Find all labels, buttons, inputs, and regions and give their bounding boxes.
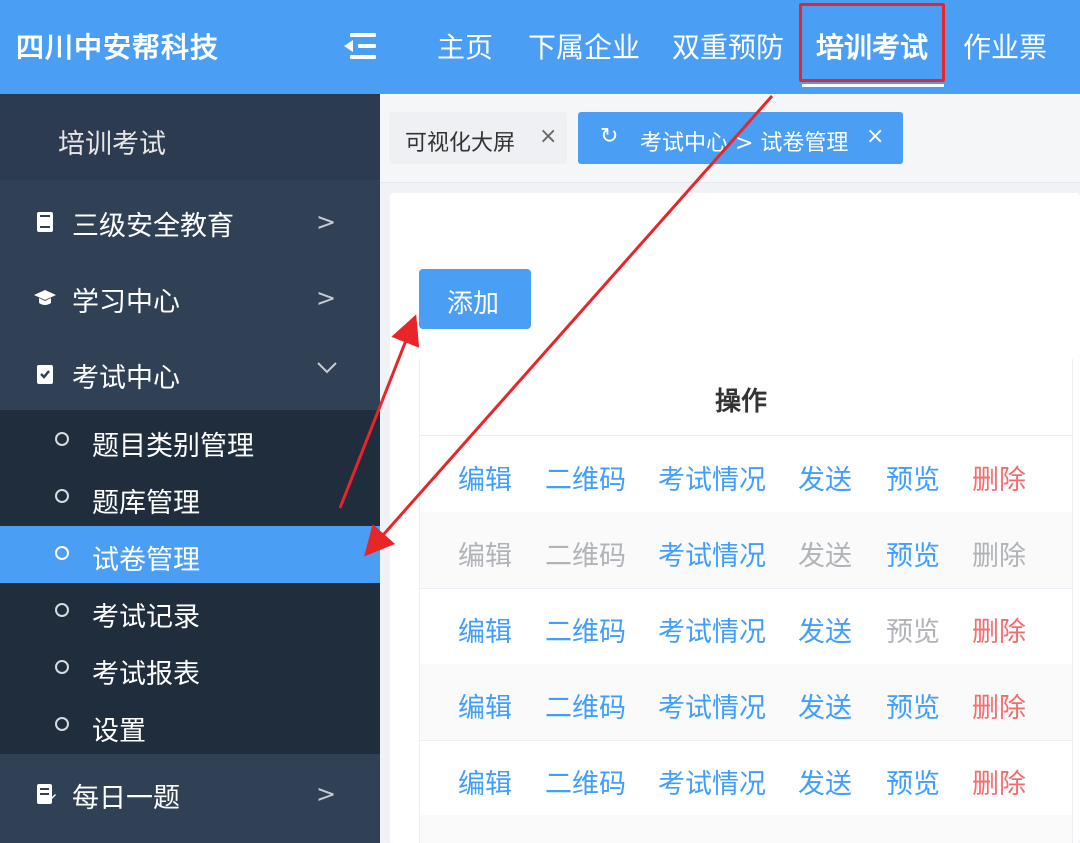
nav-item-work-permit[interactable]: 作业票: [963, 26, 1047, 66]
send-link: 发送: [798, 541, 852, 572]
sidebar-item-label: 学习中心: [72, 287, 180, 318]
tag-paper-management[interactable]: ↻ 考试中心 > 试卷管理 ×: [578, 112, 903, 164]
sidebar-item-learning-center[interactable]: 学习中心 >: [0, 260, 380, 336]
send-link[interactable]: 发送: [798, 458, 852, 497]
preview-link: 预览: [886, 617, 940, 648]
paper-table: 操作 编辑 二维码 考试情况 发送 预览 删除 编辑 二维码 考试情况 发送 预览 删除 编辑 二维码 考试…: [419, 359, 1073, 843]
edit-link[interactable]: 编辑: [458, 610, 512, 649]
sub-item-settings[interactable]: 设置: [0, 697, 380, 754]
qrcode-link[interactable]: 二维码: [545, 762, 626, 801]
sidebar-title-text: 培训考试: [58, 129, 166, 160]
sub-item-exam-records[interactable]: 考试记录: [0, 583, 380, 640]
delete-link: 删除: [972, 541, 1026, 572]
sidebar-item-exam-center[interactable]: 考试中心: [0, 336, 380, 412]
sidebar-title: 培训考试: [0, 94, 380, 180]
table-row-partial: [420, 815, 1072, 843]
close-icon[interactable]: ×: [866, 124, 884, 149]
nav-item-dual-prevention[interactable]: 双重预防: [672, 26, 784, 66]
table-header: 操作: [420, 359, 1072, 436]
tab-tag-bar: 可视化大屏 × ↻ 考试中心 > 试卷管理 ×: [380, 94, 1080, 183]
tag-label: 考试中心 > 试卷管理: [640, 131, 849, 156]
send-link[interactable]: 发送: [798, 762, 852, 801]
exam-clipboard-icon: [37, 365, 53, 384]
exam-status-link[interactable]: 考试情况: [658, 534, 766, 573]
top-navbar: 四川中安帮科技 主页 下属企业 双重预防 培训考试 作业票: [0, 0, 1080, 94]
sub-item-question-bank[interactable]: 题库管理: [0, 469, 380, 526]
circle-icon: [55, 546, 69, 560]
table-row: 编辑 二维码 考试情况 发送 预览 删除: [420, 436, 1072, 513]
table-row: 编辑 二维码 考试情况 发送 预览 删除: [420, 588, 1072, 665]
sub-item-label: 设置: [92, 716, 146, 747]
notebook-icon: [37, 784, 56, 804]
circle-icon: [55, 717, 69, 731]
add-button-label: 添加: [447, 288, 500, 318]
nav-item-home[interactable]: 主页: [437, 26, 493, 66]
sub-item-label: 考试报表: [92, 659, 200, 690]
exam-status-link[interactable]: 考试情况: [658, 686, 766, 725]
sub-item-exam-report[interactable]: 考试报表: [0, 640, 380, 697]
circle-icon: [55, 660, 69, 674]
exam-status-link[interactable]: 考试情况: [658, 762, 766, 801]
sub-item-label: 试卷管理: [92, 545, 200, 576]
edit-link: 编辑: [458, 541, 512, 572]
sub-item-question-category[interactable]: 题目类别管理: [0, 412, 380, 469]
table-row: 编辑 二维码 考试情况 发送 预览 删除: [420, 740, 1072, 817]
circle-icon: [55, 603, 69, 617]
table-row: 编辑 二维码 考试情况 发送 预览 删除: [420, 664, 1072, 741]
sidebar-item-label: 考试中心: [72, 363, 180, 394]
sidebar-collapse-icon[interactable]: [344, 31, 376, 61]
sidebar-item-label: 三级安全教育: [72, 211, 234, 242]
active-nav-underline: [802, 84, 944, 87]
sub-item-paper-management[interactable]: 试卷管理: [0, 526, 380, 583]
sub-item-label: 题库管理: [92, 488, 200, 519]
exam-status-link[interactable]: 考试情况: [658, 610, 766, 649]
delete-link[interactable]: 删除: [972, 610, 1026, 649]
circle-icon: [55, 489, 69, 503]
send-link[interactable]: 发送: [798, 686, 852, 725]
delete-link[interactable]: 删除: [972, 686, 1026, 725]
sidebar-item-safety-education[interactable]: 三级安全教育 >: [0, 184, 380, 260]
chevron-right-icon: >: [316, 780, 337, 808]
refresh-icon[interactable]: ↻: [600, 124, 618, 149]
qrcode-link: 二维码: [545, 541, 626, 572]
book-icon: [37, 212, 53, 232]
edit-link[interactable]: 编辑: [458, 458, 512, 497]
edit-link[interactable]: 编辑: [458, 686, 512, 725]
qrcode-link[interactable]: 二维码: [545, 686, 626, 725]
sidebar: 培训考试 三级安全教育 > 学习中心 > 考试中心 题目类别管理 题库管理 试卷…: [0, 94, 380, 843]
delete-link[interactable]: 删除: [972, 762, 1026, 801]
exam-center-submenu: 题目类别管理 题库管理 试卷管理 考试记录 考试报表 设置: [0, 410, 380, 754]
preview-link[interactable]: 预览: [886, 458, 940, 497]
qrcode-link[interactable]: 二维码: [545, 610, 626, 649]
chevron-down-icon: [314, 354, 340, 386]
preview-link[interactable]: 预览: [886, 762, 940, 801]
tag-label: 可视化大屏: [405, 131, 516, 156]
preview-link[interactable]: 预览: [886, 534, 940, 573]
sub-item-label: 题目类别管理: [92, 431, 254, 462]
tag-visual-screen[interactable]: 可视化大屏 ×: [389, 112, 567, 164]
sub-item-label: 考试记录: [92, 602, 200, 633]
nav-item-training-exam[interactable]: 培训考试: [816, 26, 928, 66]
preview-link[interactable]: 预览: [886, 686, 940, 725]
close-icon[interactable]: ×: [539, 124, 557, 149]
qrcode-link[interactable]: 二维码: [545, 458, 626, 497]
table-row: 编辑 二维码 考试情况 发送 预览 删除: [420, 512, 1072, 589]
sidebar-item-daily-question[interactable]: 每日一题 >: [0, 756, 380, 832]
delete-link[interactable]: 删除: [972, 458, 1026, 497]
circle-icon: [55, 432, 69, 446]
chevron-right-icon: >: [316, 284, 337, 312]
column-header-actions: 操作: [715, 387, 768, 417]
graduation-cap-icon: [34, 290, 56, 305]
nav-item-subsidiaries[interactable]: 下属企业: [528, 26, 640, 66]
sidebar-item-label: 每日一题: [72, 783, 180, 814]
send-link[interactable]: 发送: [798, 610, 852, 649]
exam-status-link[interactable]: 考试情况: [658, 458, 766, 497]
chevron-right-icon: >: [316, 208, 337, 236]
brand-logo-text: 四川中安帮科技: [16, 31, 220, 64]
edit-link[interactable]: 编辑: [458, 762, 512, 801]
add-button[interactable]: 添加: [419, 269, 531, 329]
